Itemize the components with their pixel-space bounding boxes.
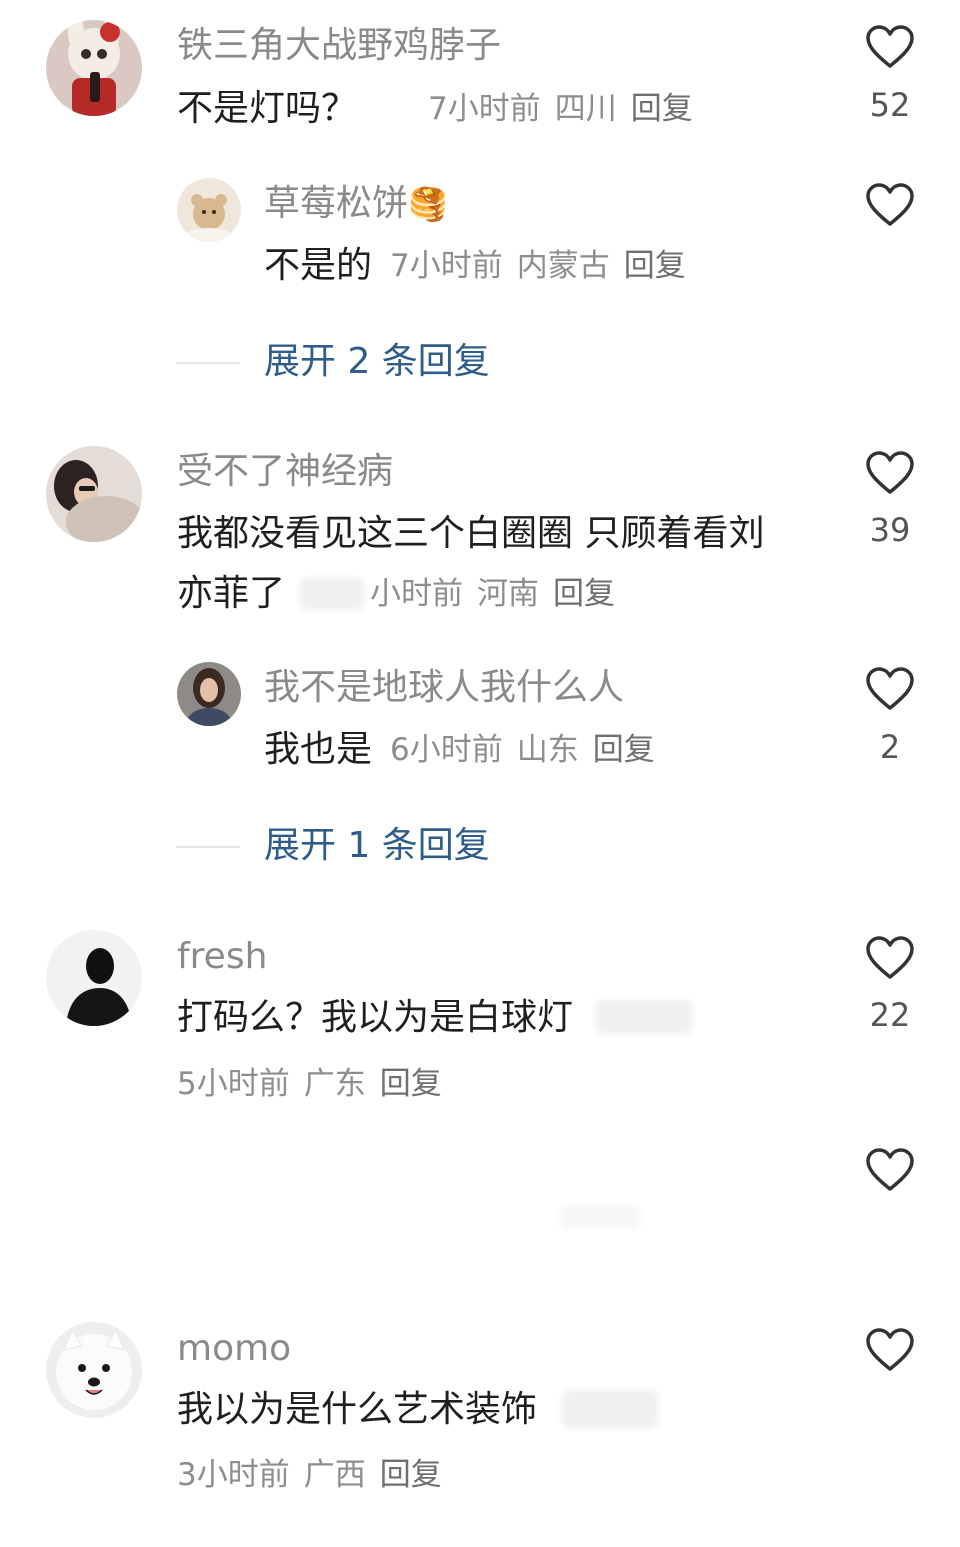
heart-icon xyxy=(866,1148,914,1191)
comment-location: 广东 xyxy=(303,1066,366,1102)
like-count: 39 xyxy=(869,511,911,549)
reply-username[interactable]: 我不是地球人我什么人 xyxy=(264,666,624,710)
reply-button[interactable]: 回复 xyxy=(631,91,693,127)
like-button[interactable] xyxy=(865,450,915,496)
heart-icon xyxy=(866,1328,914,1371)
avatar[interactable] xyxy=(177,178,241,242)
like-button[interactable] xyxy=(865,935,915,981)
like-count: 52 xyxy=(869,86,911,124)
heart-icon xyxy=(866,667,914,710)
reply-text: 我也是 xyxy=(264,729,373,770)
comment-text-line1: 我都没看见这三个白圈圈 只顾着看刘 xyxy=(177,513,765,554)
avatar[interactable] xyxy=(46,446,142,542)
avatar[interactable] xyxy=(46,930,142,1026)
heart-icon xyxy=(866,25,914,68)
expand-replies-button[interactable]: 展开 2 条回复 xyxy=(264,340,490,384)
reply-location: 山东 xyxy=(516,732,579,768)
teddy-bear-avatar-icon xyxy=(177,178,241,242)
comment-username[interactable]: 铁三角大战野鸡脖子 xyxy=(177,24,501,68)
like-button[interactable] xyxy=(865,666,915,712)
expand-replies-button[interactable]: 展开 1 条回复 xyxy=(264,824,490,868)
reply-meta: 7小时前 内蒙古 回复 xyxy=(390,244,686,288)
redaction-blur xyxy=(596,1000,692,1034)
avatar[interactable] xyxy=(177,662,241,726)
like-button[interactable] xyxy=(865,182,915,228)
redacted-comment xyxy=(560,1205,640,1229)
comment-username[interactable]: fresh xyxy=(177,935,267,979)
comment-meta: 7小时前 四川 回复 xyxy=(428,87,693,131)
silhouette-avatar-icon xyxy=(46,930,142,1026)
reply-meta: 6小时前 山东 回复 xyxy=(390,728,655,772)
reply-time: 7小时前 xyxy=(390,248,503,284)
comment-meta: 3小时前 广西 回复 xyxy=(177,1453,442,1497)
samoyed-dog-avatar-icon xyxy=(46,1322,142,1418)
reply-button[interactable]: 回复 xyxy=(553,576,615,612)
heart-icon xyxy=(866,183,914,226)
reply-button[interactable]: 回复 xyxy=(380,1066,442,1102)
comment-time: 7小时前 xyxy=(428,91,541,127)
comment-location: 四川 xyxy=(554,91,617,127)
comment-text-line2: 亦菲了 xyxy=(177,573,286,614)
expand-divider xyxy=(176,362,240,364)
reply-username[interactable]: 草莓松饼🥞 xyxy=(264,182,448,226)
comment-time: 5小时前 xyxy=(177,1066,290,1102)
comment-time: 3小时前 xyxy=(177,1457,290,1493)
comment-username[interactable]: 受不了神经病 xyxy=(177,450,393,494)
like-button[interactable] xyxy=(865,1327,915,1373)
redaction-blur xyxy=(562,1390,658,1428)
like-button[interactable] xyxy=(865,1147,915,1193)
reply-button[interactable]: 回复 xyxy=(624,248,686,284)
comment-meta: 5小时前 广东 回复 xyxy=(177,1062,442,1106)
comment-location: 广西 xyxy=(303,1457,366,1493)
expand-divider xyxy=(176,846,240,848)
reply-location: 内蒙古 xyxy=(516,248,610,284)
reply-button[interactable]: 回复 xyxy=(593,732,655,768)
heart-icon xyxy=(866,936,914,979)
comment-text: 我以为是什么艺术装饰 xyxy=(177,1389,538,1430)
heart-icon xyxy=(866,451,914,494)
like-count: 22 xyxy=(869,996,911,1034)
avatar[interactable] xyxy=(46,20,142,116)
girl-portrait-avatar-icon xyxy=(177,662,241,726)
reply-text: 不是的 xyxy=(264,245,373,286)
like-count: 2 xyxy=(879,728,901,766)
reply-button[interactable]: 回复 xyxy=(380,1457,442,1493)
comment-time: 小时前 xyxy=(370,576,463,612)
redaction-blur xyxy=(300,578,364,610)
comment-text: 不是灯吗？ xyxy=(177,88,358,129)
like-button[interactable] xyxy=(865,24,915,70)
pancake-emoji: 🥞 xyxy=(408,185,448,223)
comment-text: 打码么？我以为是白球灯 xyxy=(177,997,574,1038)
reply-time: 6小时前 xyxy=(390,732,503,768)
plush-toy-avatar-icon xyxy=(46,20,142,116)
comment-username[interactable]: momo xyxy=(177,1327,291,1371)
woman-lying-avatar-icon xyxy=(46,446,142,542)
comment-meta: 小时前 河南 回复 xyxy=(370,572,615,616)
avatar[interactable] xyxy=(46,1322,142,1418)
comment-location: 河南 xyxy=(477,576,539,612)
reply-username-text: 草莓松饼 xyxy=(264,183,409,224)
